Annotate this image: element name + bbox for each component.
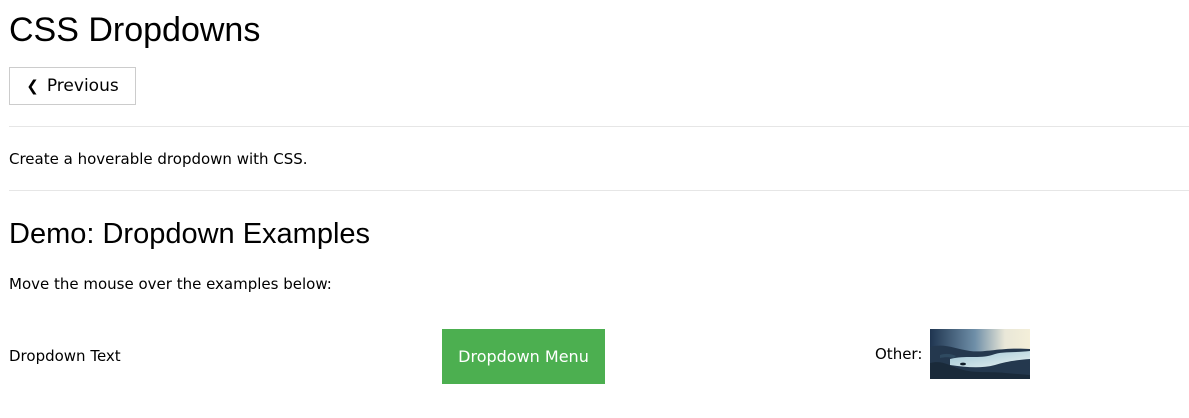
dropdown-image-trigger[interactable] [930, 329, 1030, 379]
demo-heading: Demo: Dropdown Examples [9, 218, 371, 250]
other-label: Other: [875, 345, 923, 363]
page-title: CSS Dropdowns [9, 11, 261, 49]
dropdown-text-trigger[interactable]: Dropdown Text [9, 346, 121, 366]
fjord-landscape-image [930, 329, 1030, 379]
intro-text: Create a hoverable dropdown with CSS. [9, 150, 308, 168]
page: CSS Dropdowns ❮ Previous Create a hovera… [0, 0, 1189, 418]
demo-instruction: Move the mouse over the examples below: [9, 275, 332, 293]
previous-button[interactable]: ❮ Previous [9, 67, 136, 105]
divider [9, 126, 1189, 127]
previous-button-label: Previous [46, 76, 119, 96]
dropdown-menu-button[interactable]: Dropdown Menu [442, 329, 605, 384]
divider [9, 190, 1189, 191]
chevron-left-icon: ❮ [26, 77, 39, 95]
